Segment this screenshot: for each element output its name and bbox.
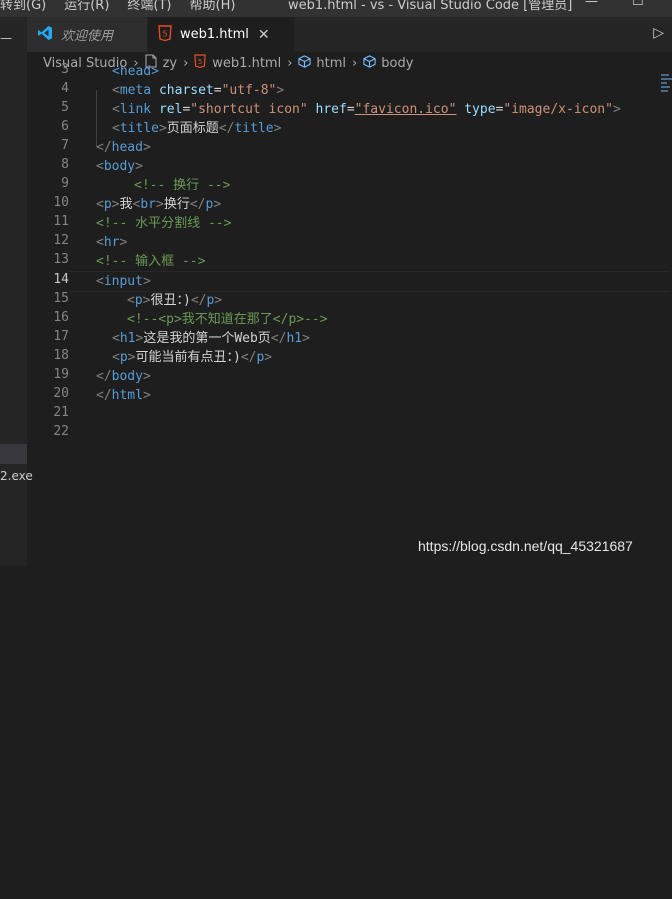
sidebar-selected-item[interactable] [0,444,27,464]
line-number: 12 [53,233,69,248]
breadcrumb-item[interactable]: html [298,54,347,72]
code-content[interactable]: <head> <meta charset="utf-8"> <link rel=… [96,64,656,566]
code-line: <p>我<br>换行</p> [96,197,222,212]
explorer-sidebar: — 2.exe [0,17,33,566]
minimize-button[interactable]: — [585,0,598,9]
menu-run[interactable]: 运行(R) [64,0,109,13]
line-number: 10 [53,195,69,210]
line-number: 7 [61,138,69,153]
line-number: 6 [61,119,69,134]
code-line: <p>很丑：)</p> [127,293,223,308]
menu-goto[interactable]: 转到(G) [0,0,46,13]
cube-icon [363,54,376,72]
tab-web1-html[interactable]: 5 web1.html ✕ [148,17,294,52]
code-line: <!-- 水平分割线 --> [96,216,232,231]
code-line: <title>页面标题</title> [112,121,282,136]
code-line: <!-- 换行 --> [134,178,231,193]
line-number: 5 [61,100,69,115]
line-number: 17 [53,329,69,344]
line-number: 8 [61,157,69,172]
line-number: 21 [53,405,69,420]
chevron-right-icon: › [287,55,293,71]
code-line: <p>可能当前有点丑：)</p> [112,350,273,365]
watermark: https://blog.csdn.net/qq_45321687 [418,538,633,554]
code-line-current: <input> [96,274,151,289]
code-editor[interactable]: 3 4 5 6 7 8 9 10 11 12 13 14 15 16 17 18… [27,62,672,566]
close-icon[interactable]: ✕ [258,27,270,43]
title-bar: 转到(G) 运行(R) 终端(T) 帮助(H) web1.html - vs - Vi… [0,0,672,17]
run-icon[interactable]: ▷ [653,25,664,41]
window-title: web1.html - vs - Visual Studio Code [管理员… [288,0,573,13]
code-line: <link rel="shortcut icon" href="favicon.… [112,102,621,117]
line-number: 22 [53,424,69,439]
line-number: 13 [53,252,69,267]
chevron-right-icon: › [183,55,189,71]
code-line: <head> [112,64,159,79]
breadcrumb-label: html [316,55,347,71]
chevron-right-icon: › [352,55,358,71]
line-number: 16 [53,310,69,325]
line-number: 15 [53,291,69,306]
html5-icon: 5 [158,24,172,45]
menu-help[interactable]: 帮助(H) [190,0,236,13]
line-number: 19 [53,367,69,382]
line-number: 4 [61,81,69,96]
code-line: <body> [96,159,143,174]
line-number: 9 [61,176,69,191]
menu-terminal[interactable]: 终端(T) [127,0,171,13]
line-number: 11 [53,214,69,229]
vscode-icon [37,25,53,45]
svg-text:5: 5 [162,29,167,38]
maximize-button[interactable]: ☐ [632,0,644,9]
code-line: </body> [96,369,151,384]
svg-text:5: 5 [198,58,202,66]
menu-bar: 转到(G) 运行(R) 终端(T) 帮助(H) [0,0,253,13]
html5-icon: 5 [194,54,207,72]
tab-welcome[interactable]: 欢迎使用 [27,17,147,52]
line-number: 20 [53,386,69,401]
sidebar-partial-item[interactable]: — [0,31,12,45]
tab-label: 欢迎使用 [61,29,114,44]
code-line: <!--<p>我不知道在那了</p>--> [127,312,328,327]
code-line: <meta charset="utf-8"> [112,83,285,98]
tab-label: web1.html [180,27,249,42]
breadcrumb-item[interactable]: body [363,54,414,72]
line-number-current: 14 [53,272,69,287]
code-line: <!-- 输入框 --> [96,254,206,269]
line-number-gutter: 3 4 5 6 7 8 9 10 11 12 13 14 15 16 17 18… [27,62,69,566]
breadcrumb-label: web1.html [212,55,282,71]
editor-tab-bar: 欢迎使用 5 web1.html ✕ ▷ [27,17,672,52]
code-line: <hr> [96,235,128,250]
line-number: 18 [53,348,69,363]
code-line: </html> [96,388,151,403]
breadcrumb-label: zy [162,55,178,71]
code-line: <h1>这是我的第一个Web页</h1> [112,331,310,346]
code-line: </head> [96,140,151,155]
breadcrumb-item[interactable]: 5 web1.html [194,54,281,72]
line-number: 3 [61,62,69,77]
favicon-link[interactable]: "favicon.ico" [355,102,457,117]
breadcrumb-label: body [381,55,414,71]
minimap[interactable] [661,74,672,114]
cube-icon [298,54,312,72]
